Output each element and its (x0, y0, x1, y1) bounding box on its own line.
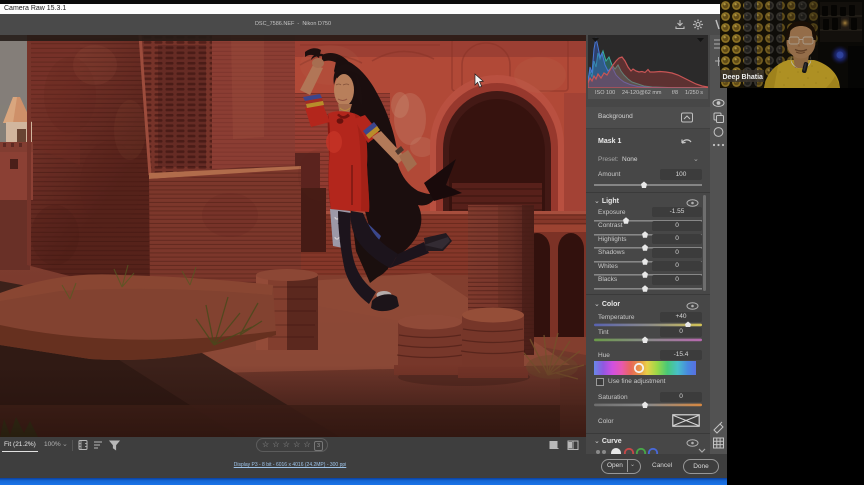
svg-text:Deep Bhatia: Deep Bhatia (723, 74, 764, 81)
